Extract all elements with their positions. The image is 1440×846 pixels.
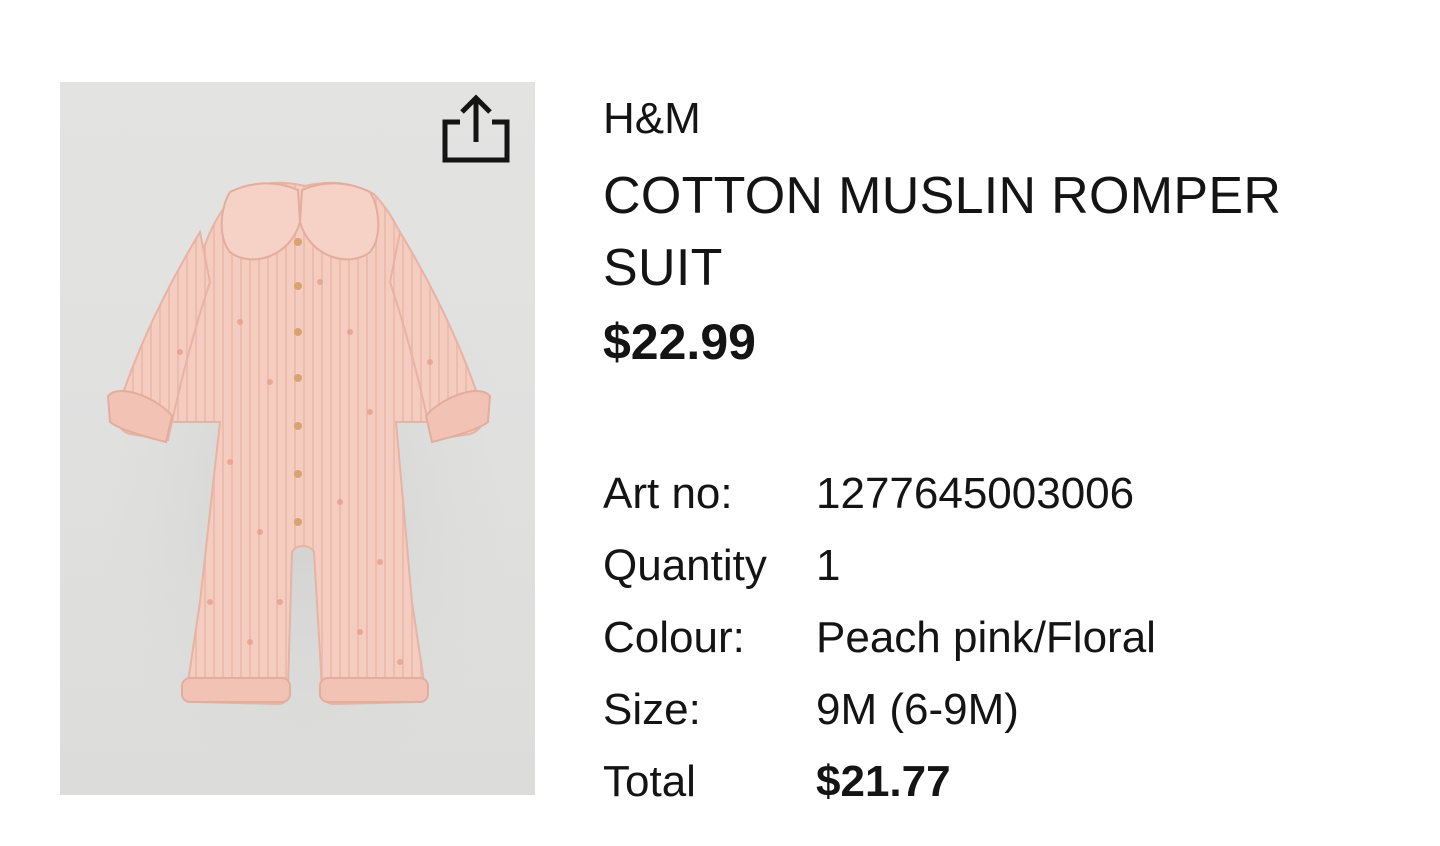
detail-row-total: Total $21.77 bbox=[603, 746, 1363, 818]
order-details: Art no: 1277645003006 Quantity 1 Colour:… bbox=[603, 458, 1363, 818]
order-item-page: H&M COTTON MUSLIN ROMPER SUIT $22.99 Art… bbox=[0, 0, 1440, 846]
total-value: $21.77 bbox=[816, 757, 951, 806]
detail-value: 1 bbox=[816, 541, 841, 590]
share-icon bbox=[442, 94, 510, 163]
detail-value: 1277645003006 bbox=[816, 469, 1135, 518]
detail-row-quantity: Quantity 1 bbox=[603, 530, 1363, 602]
product-price: $22.99 bbox=[603, 314, 756, 370]
detail-row-size: Size: 9M (6-9M) bbox=[603, 674, 1363, 746]
detail-label: Quantity bbox=[603, 541, 767, 590]
romper-illustration bbox=[95, 181, 515, 795]
detail-row-art-no: Art no: 1277645003006 bbox=[603, 458, 1363, 530]
detail-value: Peach pink/Floral bbox=[816, 613, 1156, 662]
product-image[interactable] bbox=[60, 82, 535, 795]
share-button[interactable] bbox=[438, 90, 514, 166]
product-title[interactable]: COTTON MUSLIN ROMPER SUIT bbox=[603, 160, 1323, 304]
product-info: H&M COTTON MUSLIN ROMPER SUIT $22.99 bbox=[603, 92, 1383, 374]
detail-label: Art no: bbox=[603, 469, 733, 518]
detail-label: Colour: bbox=[603, 613, 745, 662]
brand-name: H&M bbox=[603, 94, 701, 143]
detail-value: 9M (6-9M) bbox=[816, 685, 1019, 734]
detail-label: Total bbox=[603, 757, 696, 806]
detail-label: Size: bbox=[603, 685, 701, 734]
detail-row-colour: Colour: Peach pink/Floral bbox=[603, 602, 1363, 674]
